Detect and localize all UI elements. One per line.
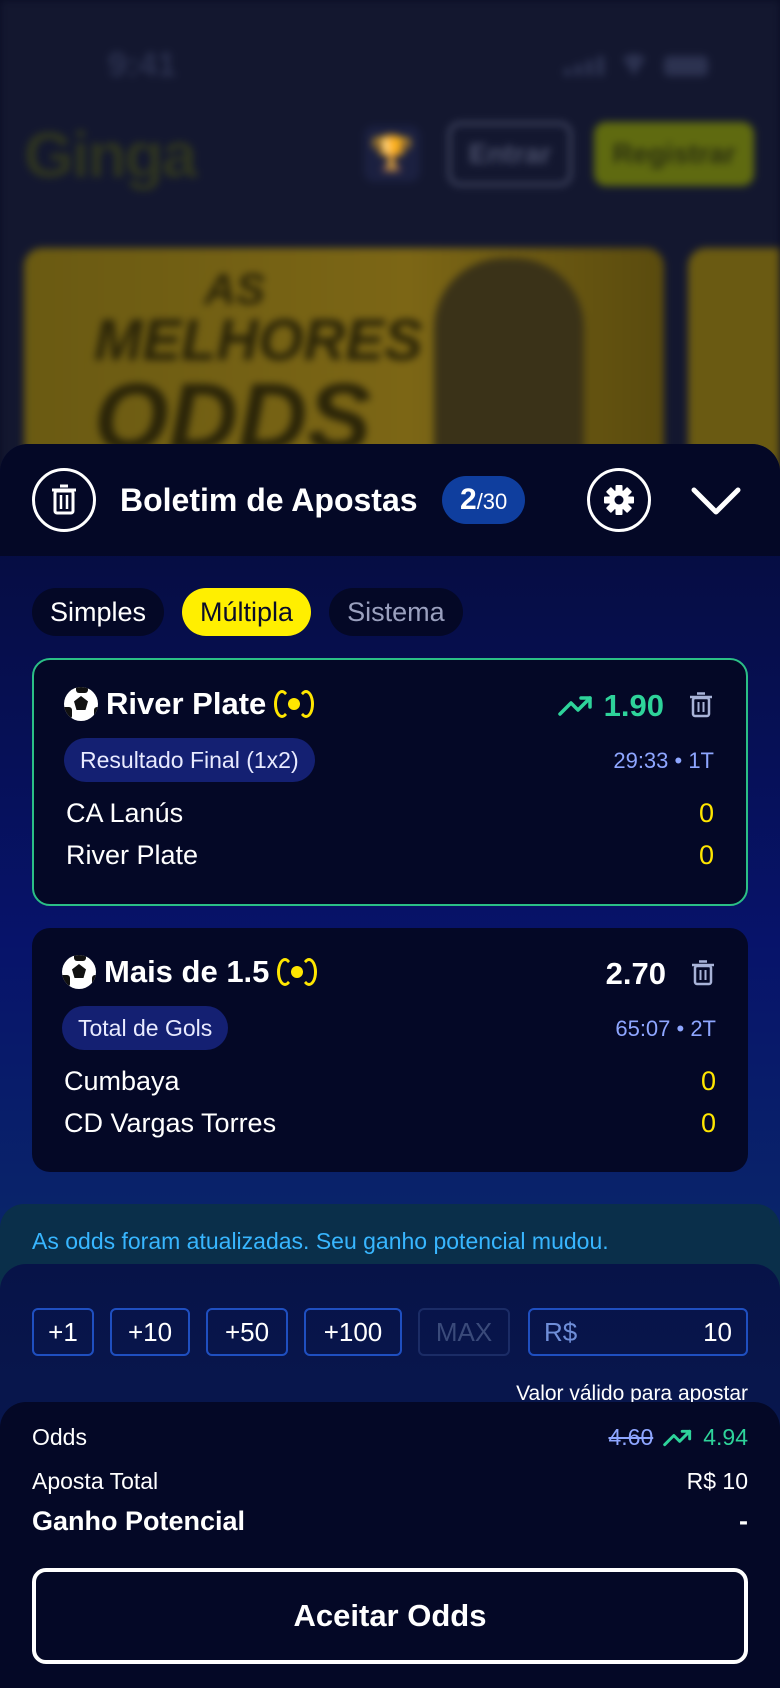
promo-banner-next[interactable]	[688, 248, 780, 470]
potential-win-value: -	[739, 1506, 748, 1536]
status-icons	[564, 54, 708, 76]
quick-amount-1-button[interactable]: +1	[32, 1308, 94, 1356]
settings-button[interactable]	[587, 468, 651, 532]
chevron-down-icon[interactable]	[690, 474, 742, 526]
new-odds-value: 4.94	[703, 1424, 748, 1450]
live-icon	[277, 955, 318, 989]
tab-multipla[interactable]: Múltipla	[182, 588, 312, 636]
old-odds-value: 4.60	[608, 1424, 654, 1450]
bet-selection: River Plate	[64, 686, 315, 722]
selection-count: 2	[460, 483, 477, 516]
bet-summary: Odds 4.60 4.94 Aposta Total R$ 10 Ganho …	[0, 1402, 780, 1688]
bet-type-tabs: Simples Múltipla Sistema	[32, 588, 463, 636]
tab-simples[interactable]: Simples	[32, 588, 165, 636]
total-stake-value: R$ 10	[686, 1468, 748, 1494]
home-team: CA Lanús	[66, 798, 184, 828]
max-amount-button[interactable]: MAX	[418, 1308, 510, 1356]
odds-value: 2.70	[605, 956, 666, 991]
bet-card: Mais de 1.5 2.70 Total de Gols 65:07 • 2…	[32, 928, 748, 1172]
soccer-ball-icon	[64, 687, 98, 721]
selection-name: Mais de 1.5	[104, 954, 270, 989]
match-time: 29:33 • 1T	[613, 748, 714, 773]
accept-odds-button[interactable]: Aceitar Odds	[32, 1568, 748, 1664]
odds-value: 1.90	[603, 688, 664, 723]
away-team: River Plate	[66, 840, 199, 870]
status-bar: 9:41	[0, 40, 780, 90]
bet-slip-header: Boletim de Apostas 2 /30	[0, 444, 780, 556]
odds-label: Odds	[32, 1424, 87, 1450]
away-team: CD Vargas Torres	[64, 1108, 277, 1138]
wifi-icon	[620, 54, 648, 76]
trending-up-icon	[663, 1429, 692, 1446]
signal-icon	[564, 56, 604, 76]
total-odds: 4.60 4.94	[608, 1424, 748, 1451]
tab-sistema[interactable]: Sistema	[329, 588, 463, 636]
quick-amount-10-button[interactable]: +10	[110, 1308, 190, 1356]
total-stake-label: Aposta Total	[32, 1468, 159, 1494]
selection-count-badge: 2 /30	[442, 476, 526, 524]
trending-up-icon	[557, 696, 592, 716]
clear-slip-button[interactable]	[32, 468, 96, 532]
banner-line-2: MELHORES	[94, 308, 423, 373]
bet-odds: 2.70	[606, 956, 666, 992]
home-score: 0	[700, 1066, 716, 1096]
quick-amount-50-button[interactable]: +50	[206, 1308, 288, 1356]
bet-odds: 1.90	[557, 688, 664, 724]
quick-amount-100-button[interactable]: +100	[304, 1308, 402, 1356]
register-button[interactable]: Registrar	[594, 122, 754, 186]
top-nav: Ginga 🏆 Entrar Registrar	[0, 118, 780, 198]
status-time: 9:41	[108, 46, 177, 84]
match-time: 65:07 • 2T	[615, 1016, 716, 1041]
soccer-ball-icon	[62, 955, 96, 989]
banner-player-image	[434, 258, 584, 470]
quick-amounts: +1 +10 +50 +100 MAX	[32, 1308, 510, 1356]
stake-currency: R$	[544, 1317, 578, 1347]
stake-input[interactable]: R$ 10	[528, 1308, 748, 1356]
market-badge: Total de Gols	[62, 1006, 229, 1050]
selection-max: /30	[476, 489, 508, 514]
promo-banner[interactable]: AS MELHORES ODDS	[24, 248, 664, 470]
home-team: Cumbaya	[64, 1066, 180, 1096]
bet-slip-title: Boletim de Apostas	[120, 482, 418, 518]
gear-icon	[604, 485, 634, 515]
market-badge: Resultado Final (1x2)	[64, 738, 315, 782]
login-button[interactable]: Entrar	[448, 122, 572, 186]
bet-selection: Mais de 1.5	[62, 954, 318, 990]
trash-icon	[52, 484, 76, 515]
total-stake-row: Aposta Total R$ 10	[32, 1468, 748, 1495]
notice-text: As odds foram atualizadas. Seu ganho pot…	[32, 1228, 609, 1254]
trash-icon[interactable]	[690, 692, 712, 718]
trophy-icon[interactable]: 🏆	[364, 126, 420, 182]
logo: Ginga	[24, 119, 197, 191]
banner-text: AS MELHORES ODDS	[94, 268, 423, 466]
potential-win-label: Ganho Potencial	[32, 1506, 246, 1536]
live-icon	[274, 687, 315, 721]
trash-icon[interactable]	[692, 960, 714, 986]
battery-icon	[664, 56, 708, 76]
home-score: 0	[698, 798, 714, 828]
away-score: 0	[700, 1108, 716, 1138]
background-app: 9:41 Ginga 🏆 Entrar Registrar AS MELHORE…	[0, 0, 780, 470]
stake-value: 10	[703, 1317, 732, 1347]
bet-card: River Plate 1.90 Resultado Final (1x2) 2…	[32, 658, 748, 906]
potential-win-row: Ganho Potencial -	[32, 1506, 748, 1537]
odds-row: Odds 4.60 4.94	[32, 1424, 748, 1451]
selection-name: River Plate	[106, 686, 267, 721]
banner-line-1: AS	[204, 265, 266, 314]
away-score: 0	[698, 840, 714, 870]
